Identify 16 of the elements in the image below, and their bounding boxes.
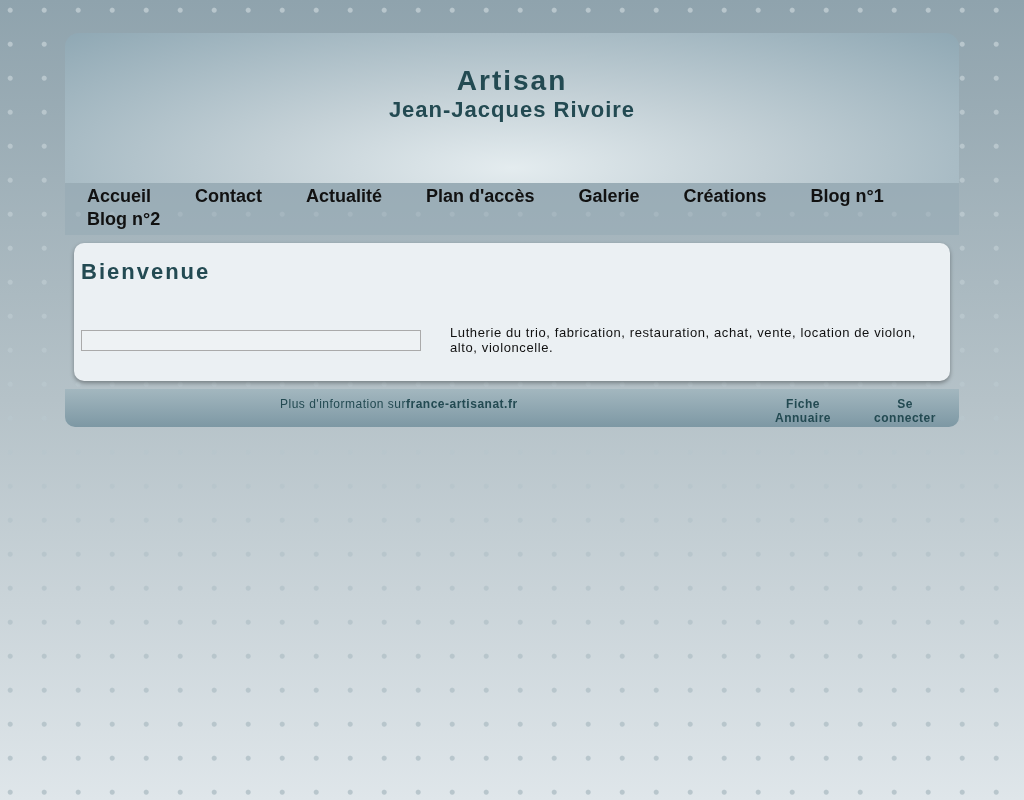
nav-link[interactable]: Créations (683, 185, 767, 208)
nav-link[interactable]: Plan d'accès (426, 185, 535, 208)
description-text: Lutherie du trio, fabrication, restauration, achat, vente, location de violon, alto, violoncelle. (450, 325, 917, 355)
info-text: Plus d'information surfrance-artisanat.fr (280, 397, 518, 411)
page-heading: Bienvenue (81, 259, 212, 285)
nav-link[interactable]: Blog n°1 (810, 185, 884, 208)
footer-link[interactable]: Fiche Annuaire (767, 397, 839, 425)
site-link[interactable]: france-artisanat.fr (406, 397, 518, 411)
site-subtitle: Jean-Jacques Rivoire (388, 97, 636, 123)
footer-link[interactable]: Se connecter (869, 397, 941, 425)
nav-link[interactable]: Actualité (306, 185, 383, 208)
nav-link[interactable]: Contact (195, 185, 263, 208)
nav-link[interactable]: Galerie (578, 185, 640, 208)
site-title: Artisan (456, 65, 568, 97)
nav-link[interactable]: Blog n°2 (87, 208, 161, 231)
nav-link[interactable]: Accueil (87, 185, 152, 208)
